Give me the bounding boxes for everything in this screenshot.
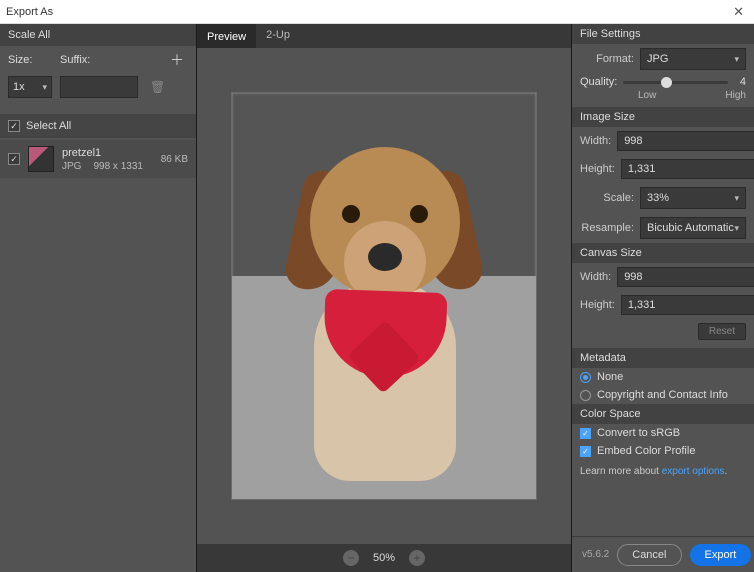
chevron-down-icon: ▾ xyxy=(734,54,739,65)
resample-select[interactable]: Bicubic Automatic ▾ xyxy=(640,217,746,239)
resample-label: Resample: xyxy=(580,222,634,234)
scale-label: Scale: xyxy=(580,192,634,204)
img-width-label: Width: xyxy=(580,135,611,147)
img-height-input[interactable] xyxy=(621,159,754,179)
srgb-checkbox[interactable]: ✓ xyxy=(580,428,591,439)
size-select[interactable]: 1x ▾ xyxy=(8,76,52,98)
resample-value: Bicubic Automatic xyxy=(647,222,734,234)
cancel-button[interactable]: Cancel xyxy=(617,544,681,566)
quality-slider[interactable] xyxy=(623,81,728,84)
chevron-down-icon: ▾ xyxy=(734,193,739,204)
metadata-cc-radio[interactable] xyxy=(580,390,591,401)
file-settings-header: File Settings xyxy=(572,24,754,44)
delete-scale-icon[interactable]: 🗑 xyxy=(146,80,169,94)
asset-format: JPG xyxy=(62,161,81,172)
suffix-input[interactable] xyxy=(60,76,138,98)
titlebar: Export As ✕ xyxy=(0,0,754,24)
quality-value: 4 xyxy=(734,76,746,88)
zoom-out-button[interactable]: − xyxy=(343,550,359,566)
scale-all-header: Scale All xyxy=(0,24,196,46)
metadata-none-radio[interactable] xyxy=(580,372,591,383)
format-label: Format: xyxy=(580,53,634,65)
format-value: JPG xyxy=(647,53,668,65)
asset-checkbox[interactable]: ✓ xyxy=(8,153,20,165)
canvas-height-input[interactable] xyxy=(621,295,754,315)
add-scale-icon[interactable]: ＋ xyxy=(166,50,188,70)
canvas-size-header: Canvas Size xyxy=(572,243,754,263)
tab-2up[interactable]: 2-Up xyxy=(256,24,300,48)
metadata-none-label: None xyxy=(597,371,623,383)
version-label: v5.6.2 xyxy=(582,549,609,560)
reset-button[interactable]: Reset xyxy=(698,323,746,340)
select-all-checkbox[interactable]: ✓ xyxy=(8,120,20,132)
quality-label: Quality: xyxy=(580,76,617,88)
colorspace-header: Color Space xyxy=(572,404,754,424)
asset-name: pretzel1 xyxy=(62,147,153,159)
size-label: Size: xyxy=(8,54,52,66)
preview-image xyxy=(231,92,537,500)
suffix-label: Suffix: xyxy=(60,54,158,66)
zoom-value: 50% xyxy=(373,552,395,564)
chevron-down-icon: ▾ xyxy=(734,223,739,234)
metadata-header: Metadata xyxy=(572,348,754,368)
quality-high-label: High xyxy=(725,90,746,101)
settings-panel: File Settings Format: JPG ▾ Quality: 4 L… xyxy=(572,24,754,572)
export-button[interactable]: Export xyxy=(690,544,752,566)
chevron-down-icon: ▾ xyxy=(42,82,47,93)
scale-select[interactable]: 33% ▾ xyxy=(640,187,746,209)
asset-filesize: 86 KB xyxy=(161,154,188,165)
size-value: 1x xyxy=(13,81,25,93)
embed-profile-checkbox[interactable]: ✓ xyxy=(580,446,591,457)
close-icon[interactable]: ✕ xyxy=(729,4,748,20)
srgb-label: Convert to sRGB xyxy=(597,427,680,439)
asset-list-item[interactable]: ✓ pretzel1 JPG 998 x 1331 86 KB xyxy=(0,140,196,178)
img-height-label: Height: xyxy=(580,163,615,175)
canvas-width-input[interactable] xyxy=(617,267,754,287)
asset-thumbnail xyxy=(28,146,54,172)
format-select[interactable]: JPG ▾ xyxy=(640,48,746,70)
canvas-height-label: Height: xyxy=(580,299,615,311)
preview-panel: Preview 2-Up − 50% + xyxy=(196,24,572,572)
image-size-header: Image Size xyxy=(572,107,754,127)
dialog-title: Export As xyxy=(6,6,53,18)
select-all-label: Select All xyxy=(26,120,71,132)
tab-preview[interactable]: Preview xyxy=(197,24,256,48)
img-width-input[interactable] xyxy=(617,131,754,151)
scale-value: 33% xyxy=(647,192,669,204)
zoom-in-button[interactable]: + xyxy=(409,550,425,566)
canvas-width-label: Width: xyxy=(580,271,611,283)
embed-profile-label: Embed Color Profile xyxy=(597,445,695,457)
asset-dims: 998 x 1331 xyxy=(93,161,143,172)
learn-more-text: Learn more about export options. xyxy=(572,460,754,483)
preview-area xyxy=(197,48,571,544)
left-panel: Scale All Size: Suffix: ＋ 1x ▾ 🗑 ✓ Selec… xyxy=(0,24,196,572)
quality-low-label: Low xyxy=(638,90,656,101)
export-options-link[interactable]: export options xyxy=(662,466,725,477)
metadata-cc-label: Copyright and Contact Info xyxy=(597,389,728,401)
